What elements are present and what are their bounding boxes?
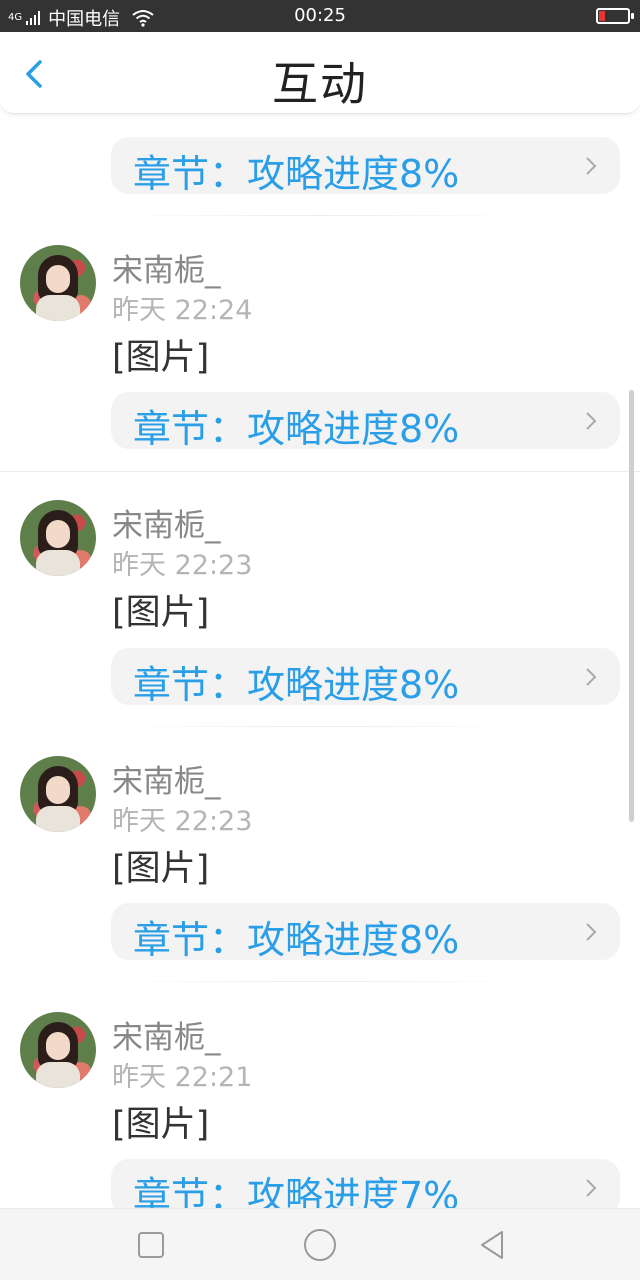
battery-level — [599, 11, 605, 21]
scrollbar[interactable] — [629, 390, 634, 822]
chevron-right-icon — [586, 412, 597, 430]
divider — [110, 981, 530, 982]
avatar[interactable] — [20, 500, 96, 576]
chevron-right-icon — [586, 668, 597, 686]
timestamp: 昨天 22:23 — [112, 550, 253, 581]
chevron-right-icon — [586, 1179, 597, 1197]
navigation-bar — [0, 1208, 640, 1280]
timestamp: 昨天 22:23 — [112, 806, 253, 837]
circle-icon[interactable] — [302, 1227, 338, 1263]
avatar[interactable] — [20, 1012, 96, 1088]
avatar[interactable] — [20, 245, 96, 321]
chapter-label: 章节：攻略进度8% — [133, 407, 460, 451]
username[interactable]: 宋南栀_ — [112, 1012, 221, 1057]
timestamp: 昨天 22:21 — [112, 1062, 253, 1093]
status-bar: 4G 中国电信 00:25 — [0, 0, 640, 32]
divider — [0, 471, 640, 472]
username[interactable]: 宋南栀_ — [112, 756, 221, 801]
chapter-link[interactable]: 章节：攻略进度8% — [111, 648, 620, 707]
battery-icon — [596, 8, 634, 24]
chapter-link[interactable]: 章节：攻略进度8% — [111, 903, 620, 962]
triangle-back-icon[interactable] — [474, 1227, 510, 1263]
divider — [110, 726, 530, 727]
square-icon[interactable] — [133, 1227, 169, 1263]
status-time: 00:25 — [294, 5, 346, 26]
chevron-right-icon — [586, 157, 597, 175]
chapter-label: 章节：攻略进度8% — [133, 663, 460, 707]
chapter-label: 章节：攻略进度8% — [133, 918, 460, 962]
header: 互动 — [0, 32, 640, 114]
message-content[interactable]: [图片] — [112, 584, 209, 635]
message-content[interactable]: [图片] — [112, 329, 209, 380]
interaction-list[interactable]: 章节：攻略进度8% 宋南栀_ 昨天 22:24 [图片] 章节：攻略进度8% 宋… — [0, 115, 640, 1208]
chevron-right-icon — [586, 923, 597, 941]
message-content[interactable]: [图片] — [112, 840, 209, 891]
chapter-label: 章节：攻略进度7% — [133, 1174, 460, 1208]
chapter-link[interactable]: 章节：攻略进度8% — [111, 137, 620, 196]
chapter-label: 章节：攻略进度8% — [133, 152, 460, 196]
timestamp: 昨天 22:24 — [112, 295, 253, 326]
chapter-link[interactable]: 章节：攻略进度8% — [111, 392, 620, 451]
message-content[interactable]: [图片] — [112, 1096, 209, 1147]
avatar[interactable] — [20, 756, 96, 832]
page-title: 互动 — [272, 57, 368, 111]
username[interactable]: 宋南栀_ — [112, 500, 221, 545]
chapter-link[interactable]: 章节：攻略进度7% — [111, 1159, 620, 1208]
username[interactable]: 宋南栀_ — [112, 245, 221, 290]
divider — [110, 215, 530, 216]
